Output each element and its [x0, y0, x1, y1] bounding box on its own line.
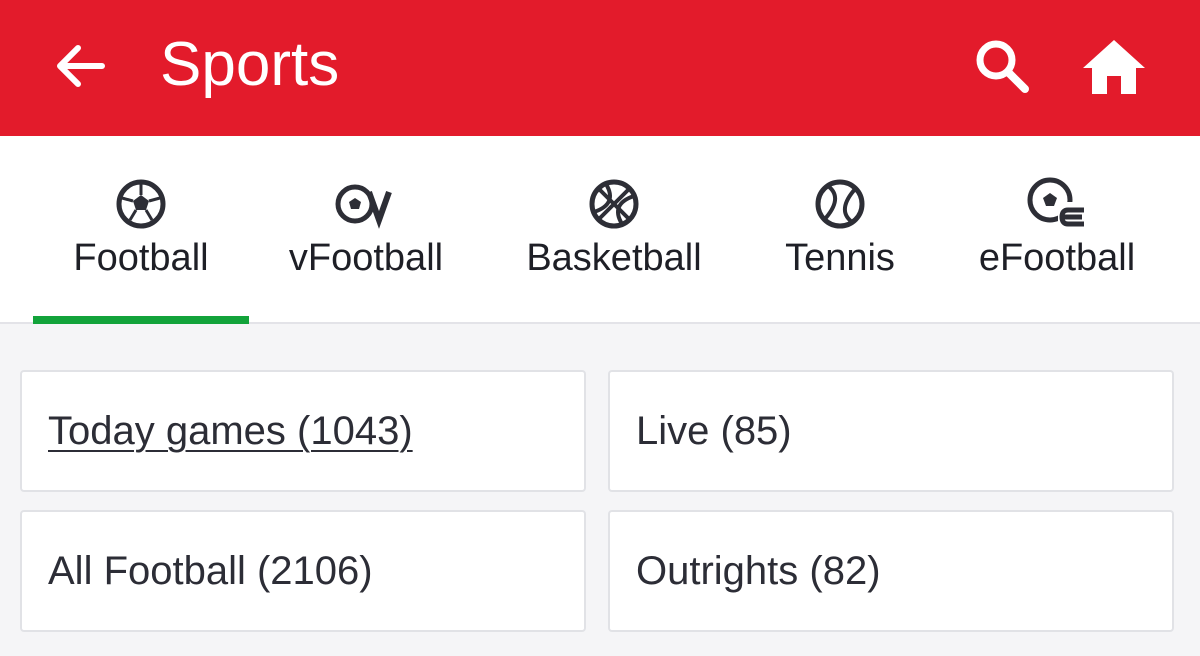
tennis-ball-icon [815, 179, 865, 229]
search-icon [976, 40, 1029, 93]
outrights-card[interactable]: Outrights (82) [608, 510, 1174, 632]
tab-label: Basketball [526, 237, 702, 279]
card-label: All Football (2106) [48, 548, 373, 593]
app-header: Sports [0, 0, 1200, 136]
tab-tennis[interactable]: Tennis [770, 136, 910, 324]
home-button[interactable] [1078, 32, 1150, 100]
tab-label: eFootball [978, 237, 1136, 279]
efootball-icon [1027, 177, 1086, 230]
tab-vfootball[interactable]: vFootball [276, 136, 456, 324]
selected-tab-indicator [33, 316, 249, 324]
soccer-ball-icon [116, 179, 166, 229]
home-icon [1083, 40, 1145, 94]
page-title: Sports [160, 30, 340, 99]
sport-tabs: Football vFootball Basketball Tennis eFo… [0, 136, 1200, 324]
virtual-football-icon [335, 184, 392, 229]
tab-label: Tennis [785, 237, 895, 279]
quick-links: Today games (1043) Live (85) All Footbal… [0, 326, 1200, 656]
live-card[interactable]: Live (85) [608, 370, 1174, 492]
tab-label: Football [73, 237, 209, 279]
today-games-card[interactable]: Today games (1043) [20, 370, 586, 492]
tab-label: vFootball [288, 237, 444, 279]
tab-football[interactable]: Football [48, 136, 234, 324]
tab-basketball[interactable]: Basketball [516, 136, 712, 324]
card-label: Live (85) [636, 408, 792, 453]
search-button[interactable] [968, 32, 1036, 100]
back-button[interactable] [48, 34, 112, 98]
arrow-left-icon [57, 45, 105, 87]
card-label: Outrights (82) [636, 548, 881, 593]
basketball-icon [589, 179, 639, 229]
all-football-card[interactable]: All Football (2106) [20, 510, 586, 632]
tab-efootball[interactable]: eFootball [968, 136, 1146, 324]
card-label: Today games (1043) [48, 408, 413, 453]
